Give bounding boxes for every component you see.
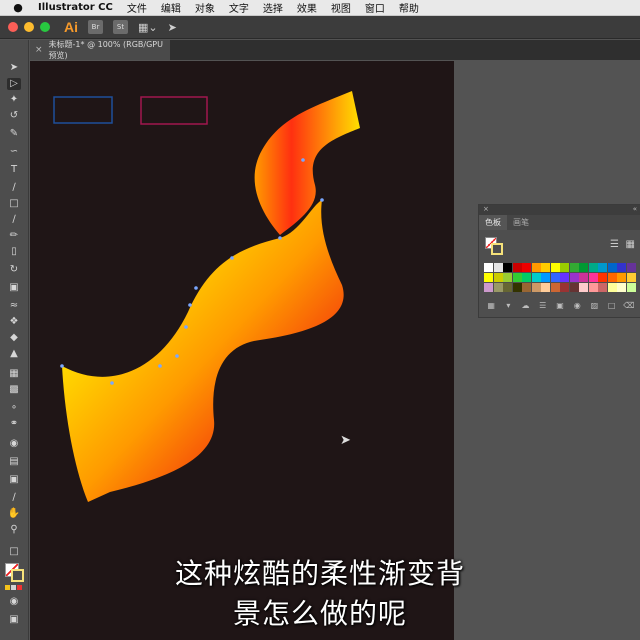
swatch-libraries-icon[interactable]: ▦ [485,301,497,313]
color-swatch[interactable] [607,283,617,292]
cc-libraries-icon[interactable]: ☁ [519,301,531,313]
subtitle-line-1: 这种炫酷的柔性渐变背 [174,557,465,590]
color-swatch[interactable] [579,273,588,282]
color-swatch[interactable] [522,283,531,292]
color-swatch[interactable] [598,273,607,282]
color-swatch[interactable] [626,283,636,292]
color-swatch[interactable] [493,283,503,292]
magenta-rectangle[interactable] [140,96,208,125]
edit-color-icon[interactable]: ◉ [571,301,583,313]
color-swatch[interactable] [560,283,569,292]
color-swatch[interactable] [588,283,598,292]
color-swatch[interactable] [541,283,550,292]
color-swatch[interactable] [588,263,598,272]
color-swatch[interactable] [512,273,522,282]
color-swatch[interactable] [541,273,550,282]
list-view-icon[interactable]: ☰ [610,239,619,250]
artwork-canvas [53,91,360,502]
color-swatch[interactable] [531,283,541,292]
color-swatch[interactable] [493,263,503,272]
subtitle-line-2: 景怎么做的呢 [232,597,407,630]
panel-header[interactable]: × « [479,205,640,215]
color-swatch[interactable] [531,263,541,272]
delete-swatch-icon[interactable]: ⌫ [623,301,635,313]
mouse-cursor-icon: ➤ [340,433,351,448]
color-swatch[interactable] [626,263,636,272]
color-swatch[interactable] [522,273,531,282]
color-group-icon[interactable]: ▣ [554,301,566,313]
color-swatch[interactable] [550,273,560,282]
color-swatch[interactable] [493,273,503,282]
color-swatch[interactable] [512,263,522,272]
color-swatch[interactable] [550,263,560,272]
new-group-icon[interactable]: ▨ [588,301,600,313]
color-swatch[interactable] [617,263,626,272]
show-kinds-icon[interactable]: ▾ [502,301,514,313]
color-swatch[interactable] [531,273,541,282]
gradient-ribbon-top[interactable] [254,91,360,235]
tab-swatches[interactable]: 色板 [479,215,507,230]
color-swatch[interactable] [503,273,512,282]
color-swatch[interactable] [484,283,493,292]
color-swatch[interactable] [560,263,569,272]
color-swatch[interactable] [512,283,522,292]
color-swatch[interactable] [607,273,617,282]
panel-close-icon[interactable]: × [483,205,489,213]
color-swatch[interactable] [617,273,626,282]
color-swatch[interactable] [522,263,531,272]
color-swatch[interactable] [550,283,560,292]
blue-rectangle[interactable] [53,96,113,124]
color-swatch[interactable] [579,263,588,272]
color-swatch[interactable] [598,263,607,272]
grid-view-icon[interactable]: ▦ [626,239,635,250]
swatch-options-icon[interactable]: ☰ [537,301,549,313]
color-swatch[interactable] [588,273,598,282]
color-swatch[interactable] [560,273,569,282]
color-swatch[interactable] [617,283,626,292]
new-swatch-icon[interactable]: □ [606,301,618,313]
color-swatch[interactable] [541,263,550,272]
gradient-ribbon-main[interactable] [62,200,344,502]
panel-collapse-icon[interactable]: « [633,205,637,214]
color-swatch[interactable] [569,263,579,272]
color-swatch[interactable] [503,263,512,272]
swatches-panel: × « 色板 画笔 ☰ ▦ ▦ ▾ ☁ ☰ ▣ ◉ ▨ □ ⌫ [478,204,640,318]
color-swatch[interactable] [569,283,579,292]
panel-tabs: 色板 画笔 [479,215,640,230]
color-swatch[interactable] [579,283,588,292]
color-swatch[interactable] [569,273,579,282]
panel-stroke-swatch[interactable] [491,243,503,255]
color-swatch[interactable] [598,283,607,292]
color-swatch[interactable] [503,283,512,292]
color-swatch[interactable] [626,273,636,282]
panel-bottom-icons: ▦ ▾ ☁ ☰ ▣ ◉ ▨ □ ⌫ [485,301,635,313]
color-swatch[interactable] [607,263,617,272]
color-swatch[interactable] [484,263,493,272]
color-swatch[interactable] [484,273,493,282]
tab-brushes[interactable]: 画笔 [507,215,535,230]
